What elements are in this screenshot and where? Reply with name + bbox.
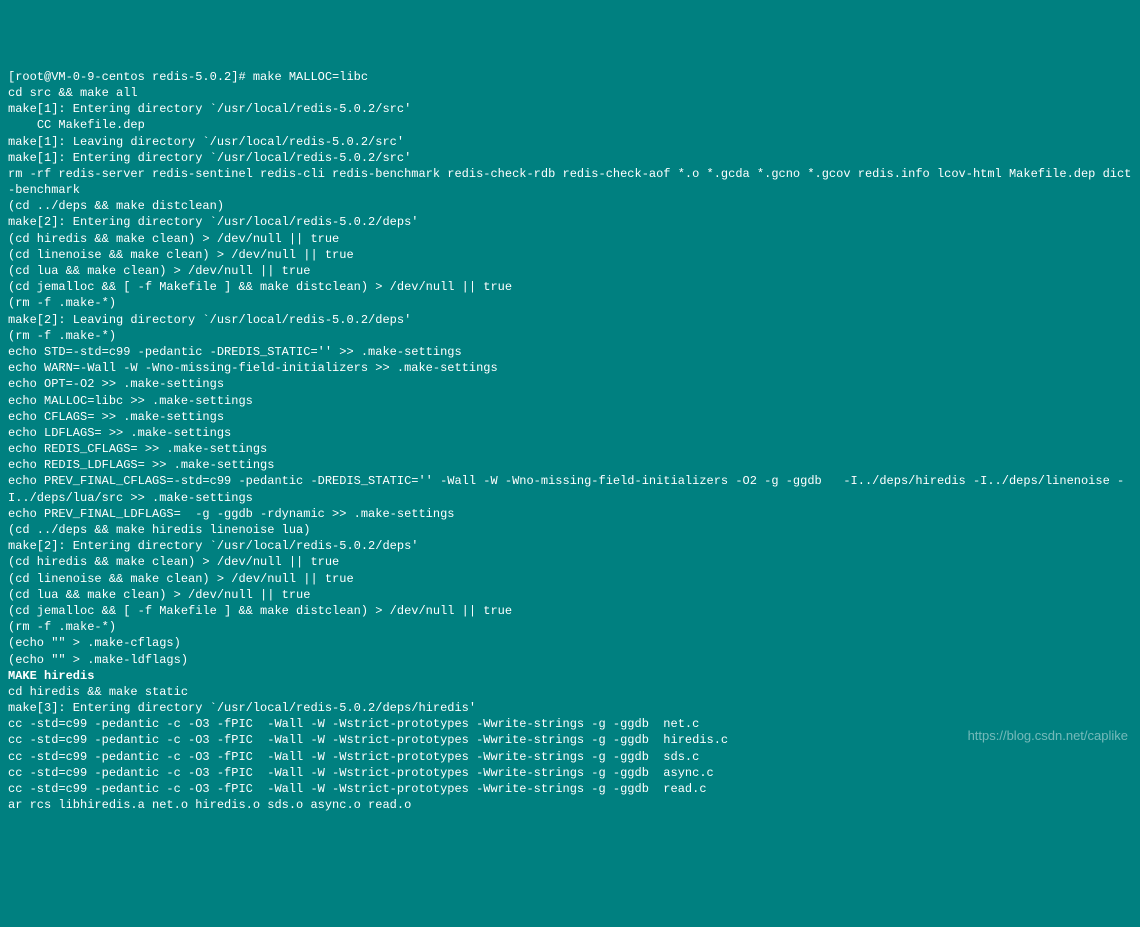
terminal-line: cd src && make all (8, 85, 1132, 101)
terminal-line: (cd jemalloc && [ -f Makefile ] && make … (8, 279, 1132, 295)
terminal-line: (cd ../deps && make hiredis linenoise lu… (8, 522, 1132, 538)
terminal-line: echo CFLAGS= >> .make-settings (8, 409, 1132, 425)
terminal-line: (cd jemalloc && [ -f Makefile ] && make … (8, 603, 1132, 619)
terminal-line: (cd ../deps && make distclean) (8, 198, 1132, 214)
terminal-line: make[2]: Leaving directory `/usr/local/r… (8, 312, 1132, 328)
terminal-line: echo LDFLAGS= >> .make-settings (8, 425, 1132, 441)
terminal-line: (cd lua && make clean) > /dev/null || tr… (8, 587, 1132, 603)
terminal-line: cd hiredis && make static (8, 684, 1132, 700)
terminal-line: [root@VM-0-9-centos redis-5.0.2]# make M… (8, 69, 1132, 85)
terminal-line: make[3]: Entering directory `/usr/local/… (8, 700, 1132, 716)
terminal-line: echo REDIS_CFLAGS= >> .make-settings (8, 441, 1132, 457)
terminal-line: echo PREV_FINAL_CFLAGS=-std=c99 -pedanti… (8, 473, 1132, 505)
terminal-line: cc -std=c99 -pedantic -c -O3 -fPIC -Wall… (8, 781, 1132, 797)
watermark-text: https://blog.csdn.net/caplike (968, 727, 1128, 745)
terminal-line: CC Makefile.dep (8, 117, 1132, 133)
terminal-line: cc -std=c99 -pedantic -c -O3 -fPIC -Wall… (8, 732, 1132, 748)
terminal-line: cc -std=c99 -pedantic -c -O3 -fPIC -Wall… (8, 716, 1132, 732)
terminal-line: echo MALLOC=libc >> .make-settings (8, 393, 1132, 409)
terminal-line: make[1]: Entering directory `/usr/local/… (8, 101, 1132, 117)
terminal-line: make[2]: Entering directory `/usr/local/… (8, 214, 1132, 230)
terminal-line: ar rcs libhiredis.a net.o hiredis.o sds.… (8, 797, 1132, 813)
terminal-line: (cd linenoise && make clean) > /dev/null… (8, 247, 1132, 263)
terminal-line: (cd hiredis && make clean) > /dev/null |… (8, 554, 1132, 570)
terminal-line: (cd hiredis && make clean) > /dev/null |… (8, 231, 1132, 247)
terminal-output[interactable]: [root@VM-0-9-centos redis-5.0.2]# make M… (8, 69, 1132, 814)
terminal-line: rm -rf redis-server redis-sentinel redis… (8, 166, 1132, 198)
terminal-line: (rm -f .make-*) (8, 619, 1132, 635)
terminal-line: (echo "" > .make-cflags) (8, 635, 1132, 651)
terminal-line: (cd linenoise && make clean) > /dev/null… (8, 571, 1132, 587)
terminal-line: echo OPT=-O2 >> .make-settings (8, 376, 1132, 392)
terminal-line: cc -std=c99 -pedantic -c -O3 -fPIC -Wall… (8, 749, 1132, 765)
terminal-line: make[1]: Leaving directory `/usr/local/r… (8, 134, 1132, 150)
terminal-line: (rm -f .make-*) (8, 295, 1132, 311)
terminal-line: (cd lua && make clean) > /dev/null || tr… (8, 263, 1132, 279)
terminal-line: echo REDIS_LDFLAGS= >> .make-settings (8, 457, 1132, 473)
terminal-line: make[1]: Entering directory `/usr/local/… (8, 150, 1132, 166)
terminal-line: echo PREV_FINAL_LDFLAGS= -g -ggdb -rdyna… (8, 506, 1132, 522)
terminal-line: echo WARN=-Wall -W -Wno-missing-field-in… (8, 360, 1132, 376)
terminal-line: make[2]: Entering directory `/usr/local/… (8, 538, 1132, 554)
terminal-line: (rm -f .make-*) (8, 328, 1132, 344)
terminal-line: cc -std=c99 -pedantic -c -O3 -fPIC -Wall… (8, 765, 1132, 781)
terminal-line: (echo "" > .make-ldflags) (8, 652, 1132, 668)
terminal-line: MAKE hiredis (8, 668, 1132, 684)
terminal-line: echo STD=-std=c99 -pedantic -DREDIS_STAT… (8, 344, 1132, 360)
